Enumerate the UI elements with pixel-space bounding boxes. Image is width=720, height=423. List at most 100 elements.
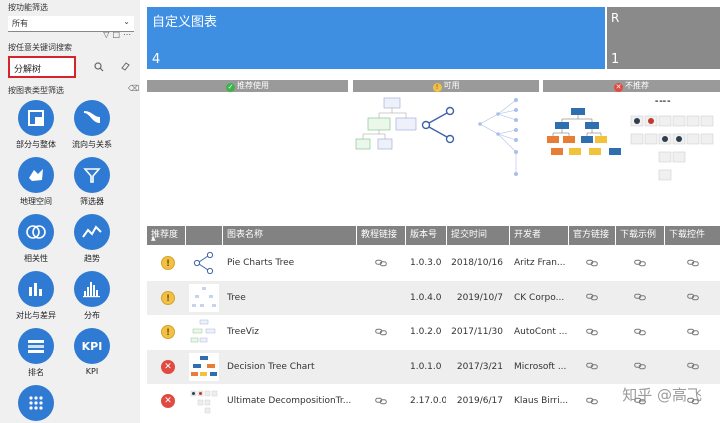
eraser-icon[interactable] xyxy=(120,61,130,71)
warning-icon: ! xyxy=(161,325,175,339)
link-icon[interactable] xyxy=(634,259,646,267)
category-label: 地理空间 xyxy=(20,197,52,206)
category-part-whole[interactable]: 部分与整体 xyxy=(8,100,64,150)
chart-name-cell: Pie Charts Tree xyxy=(227,258,295,268)
not-recommended-preview-image: ▬ ▬▬ ▬ xyxy=(543,96,720,216)
chart-name-cell: Decision Tree Chart xyxy=(227,361,315,372)
link-icon[interactable] xyxy=(686,259,699,267)
download-sample-cell[interactable] xyxy=(616,315,664,349)
keyword-search-label: 按任意关键词搜索 xyxy=(8,43,72,52)
category-trend[interactable]: 趋势 xyxy=(64,214,120,264)
table-row[interactable]: ! TreeViz 1.0.2.0 2017/11/30 AutoCont ... xyxy=(147,315,720,349)
official-link-cell[interactable] xyxy=(569,246,615,280)
tutorial-link-cell[interactable] xyxy=(357,384,405,418)
date-cell: 2019/10/7 xyxy=(456,292,503,303)
warning-icon: ! xyxy=(161,290,175,305)
link-icon[interactable] xyxy=(586,397,598,405)
download-visual-cell[interactable] xyxy=(665,350,720,384)
download-visual-cell[interactable] xyxy=(665,246,720,280)
category-more[interactable] xyxy=(8,385,64,421)
download-visual-cell[interactable] xyxy=(665,281,720,315)
table-row[interactable]: ! Tree 1.0.4.0 2019/10/7 CK Corpo... xyxy=(147,280,720,315)
more-options-icon[interactable]: ⋯ xyxy=(123,30,134,39)
column-header-rating[interactable]: 推荐度 ▲ xyxy=(147,226,185,245)
developer-cell: Klaus Birri... xyxy=(514,396,568,406)
category-label: 排名 xyxy=(28,368,44,377)
column-header-download-sample[interactable]: 下载示例 xyxy=(616,226,664,245)
chart-type-filter-label: 按图表类型筛选 xyxy=(8,86,64,95)
category-filter[interactable]: 筛选器 xyxy=(64,157,120,207)
link-icon[interactable] xyxy=(375,397,387,405)
link-icon[interactable] xyxy=(375,328,387,336)
column-header-version[interactable]: 版本号 xyxy=(406,226,446,245)
tutorial-link-cell[interactable] xyxy=(357,246,405,280)
chevron-down-icon: ⌄ xyxy=(123,17,130,26)
link-icon[interactable] xyxy=(634,362,646,370)
developer-cell: CK Corpo... xyxy=(514,292,565,303)
download-sample-cell[interactable] xyxy=(616,246,664,280)
category-distribution[interactable]: 分布 xyxy=(64,271,120,321)
official-link-cell[interactable] xyxy=(569,315,615,349)
link-icon[interactable] xyxy=(586,328,598,336)
column-header-date[interactable]: 提交时间 xyxy=(447,226,509,245)
sort-ascending-icon[interactable]: ▲ xyxy=(151,235,156,243)
tutorial-link-cell xyxy=(357,350,405,384)
distribution-icon xyxy=(74,271,110,307)
recommended-label: 推荐使用 xyxy=(237,81,269,90)
usable-label: 可用 xyxy=(443,81,460,90)
category-flow-relation[interactable]: 流向与关系 xyxy=(64,100,120,150)
category-correlation[interactable]: 相关性 xyxy=(8,214,64,264)
not-recommended-label: 不推荐 xyxy=(625,81,649,90)
column-header-official-link[interactable]: 官方链接 xyxy=(569,226,615,245)
chart-thumbnail xyxy=(189,318,219,346)
category-label: 流向与关系 xyxy=(72,140,112,149)
visual-header-toolbar: ▽□⋯ xyxy=(103,30,134,39)
official-link-cell[interactable] xyxy=(569,384,615,418)
version-cell: 1.0.4.0 xyxy=(410,292,442,303)
official-link-cell[interactable] xyxy=(569,281,615,315)
custom-chart-count-card[interactable]: 自定义图表 4 xyxy=(147,7,605,69)
function-filter-label: 按功能筛选 xyxy=(8,3,48,12)
official-link-cell[interactable] xyxy=(569,350,615,384)
table-row[interactable]: ! Pie Charts Tree 1.0.3.0 2018/10/16 Aritz F… xyxy=(147,246,720,280)
link-icon[interactable] xyxy=(686,293,699,301)
card-value: 4 xyxy=(152,52,161,67)
r-chart-count-card[interactable]: R 1 xyxy=(607,7,720,69)
not-recommended-header: ✕ 不推荐 xyxy=(543,80,720,92)
link-icon[interactable] xyxy=(586,362,598,370)
close-icon: ✕ xyxy=(161,394,175,408)
keyword-search-input[interactable]: 分解树 xyxy=(8,56,76,78)
tutorial-link-cell[interactable] xyxy=(357,315,405,349)
category-geo[interactable]: 地理空间 xyxy=(8,157,64,207)
focus-mode-icon[interactable]: □ xyxy=(112,30,123,39)
column-header-name[interactable]: 图表名称 xyxy=(223,226,356,245)
column-header-tutorial[interactable]: 教程链接 xyxy=(357,226,405,245)
column-header-developer[interactable]: 开发者 xyxy=(510,226,568,245)
link-icon[interactable] xyxy=(586,259,598,267)
link-icon[interactable] xyxy=(686,328,699,336)
link-icon[interactable] xyxy=(634,293,646,301)
usable-header: ! 可用 xyxy=(353,80,539,92)
version-cell: 2.17.0.0 xyxy=(410,396,446,406)
chart-thumbnail xyxy=(189,249,219,277)
table-row[interactable]: ✕ Decision Tree Chart 1.0.1.0 2017/3/21 Micr… xyxy=(147,349,720,384)
download-visual-cell[interactable] xyxy=(665,315,720,349)
check-icon: ✓ xyxy=(226,83,235,92)
eraser-icon[interactable]: ⌫ xyxy=(128,84,139,93)
usable-preview-image xyxy=(352,96,540,216)
category-label: 分布 xyxy=(84,311,100,320)
download-sample-cell[interactable] xyxy=(616,350,664,384)
link-icon[interactable] xyxy=(686,362,699,370)
card-title: 自定义图表 xyxy=(152,15,218,30)
flow-relation-icon xyxy=(74,100,110,136)
category-kpi[interactable]: KPI KPI xyxy=(64,328,120,376)
link-icon[interactable] xyxy=(586,293,598,301)
category-comparison[interactable]: 对比与差异 xyxy=(8,271,64,321)
category-ranking[interactable]: 排名 xyxy=(8,328,64,378)
column-header-download-visual[interactable]: 下载控件 xyxy=(665,226,720,245)
date-cell: 2017/3/21 xyxy=(456,361,503,372)
download-sample-cell[interactable] xyxy=(616,281,664,315)
link-icon[interactable] xyxy=(634,328,646,336)
search-icon[interactable] xyxy=(94,62,104,72)
link-icon[interactable] xyxy=(375,259,387,267)
